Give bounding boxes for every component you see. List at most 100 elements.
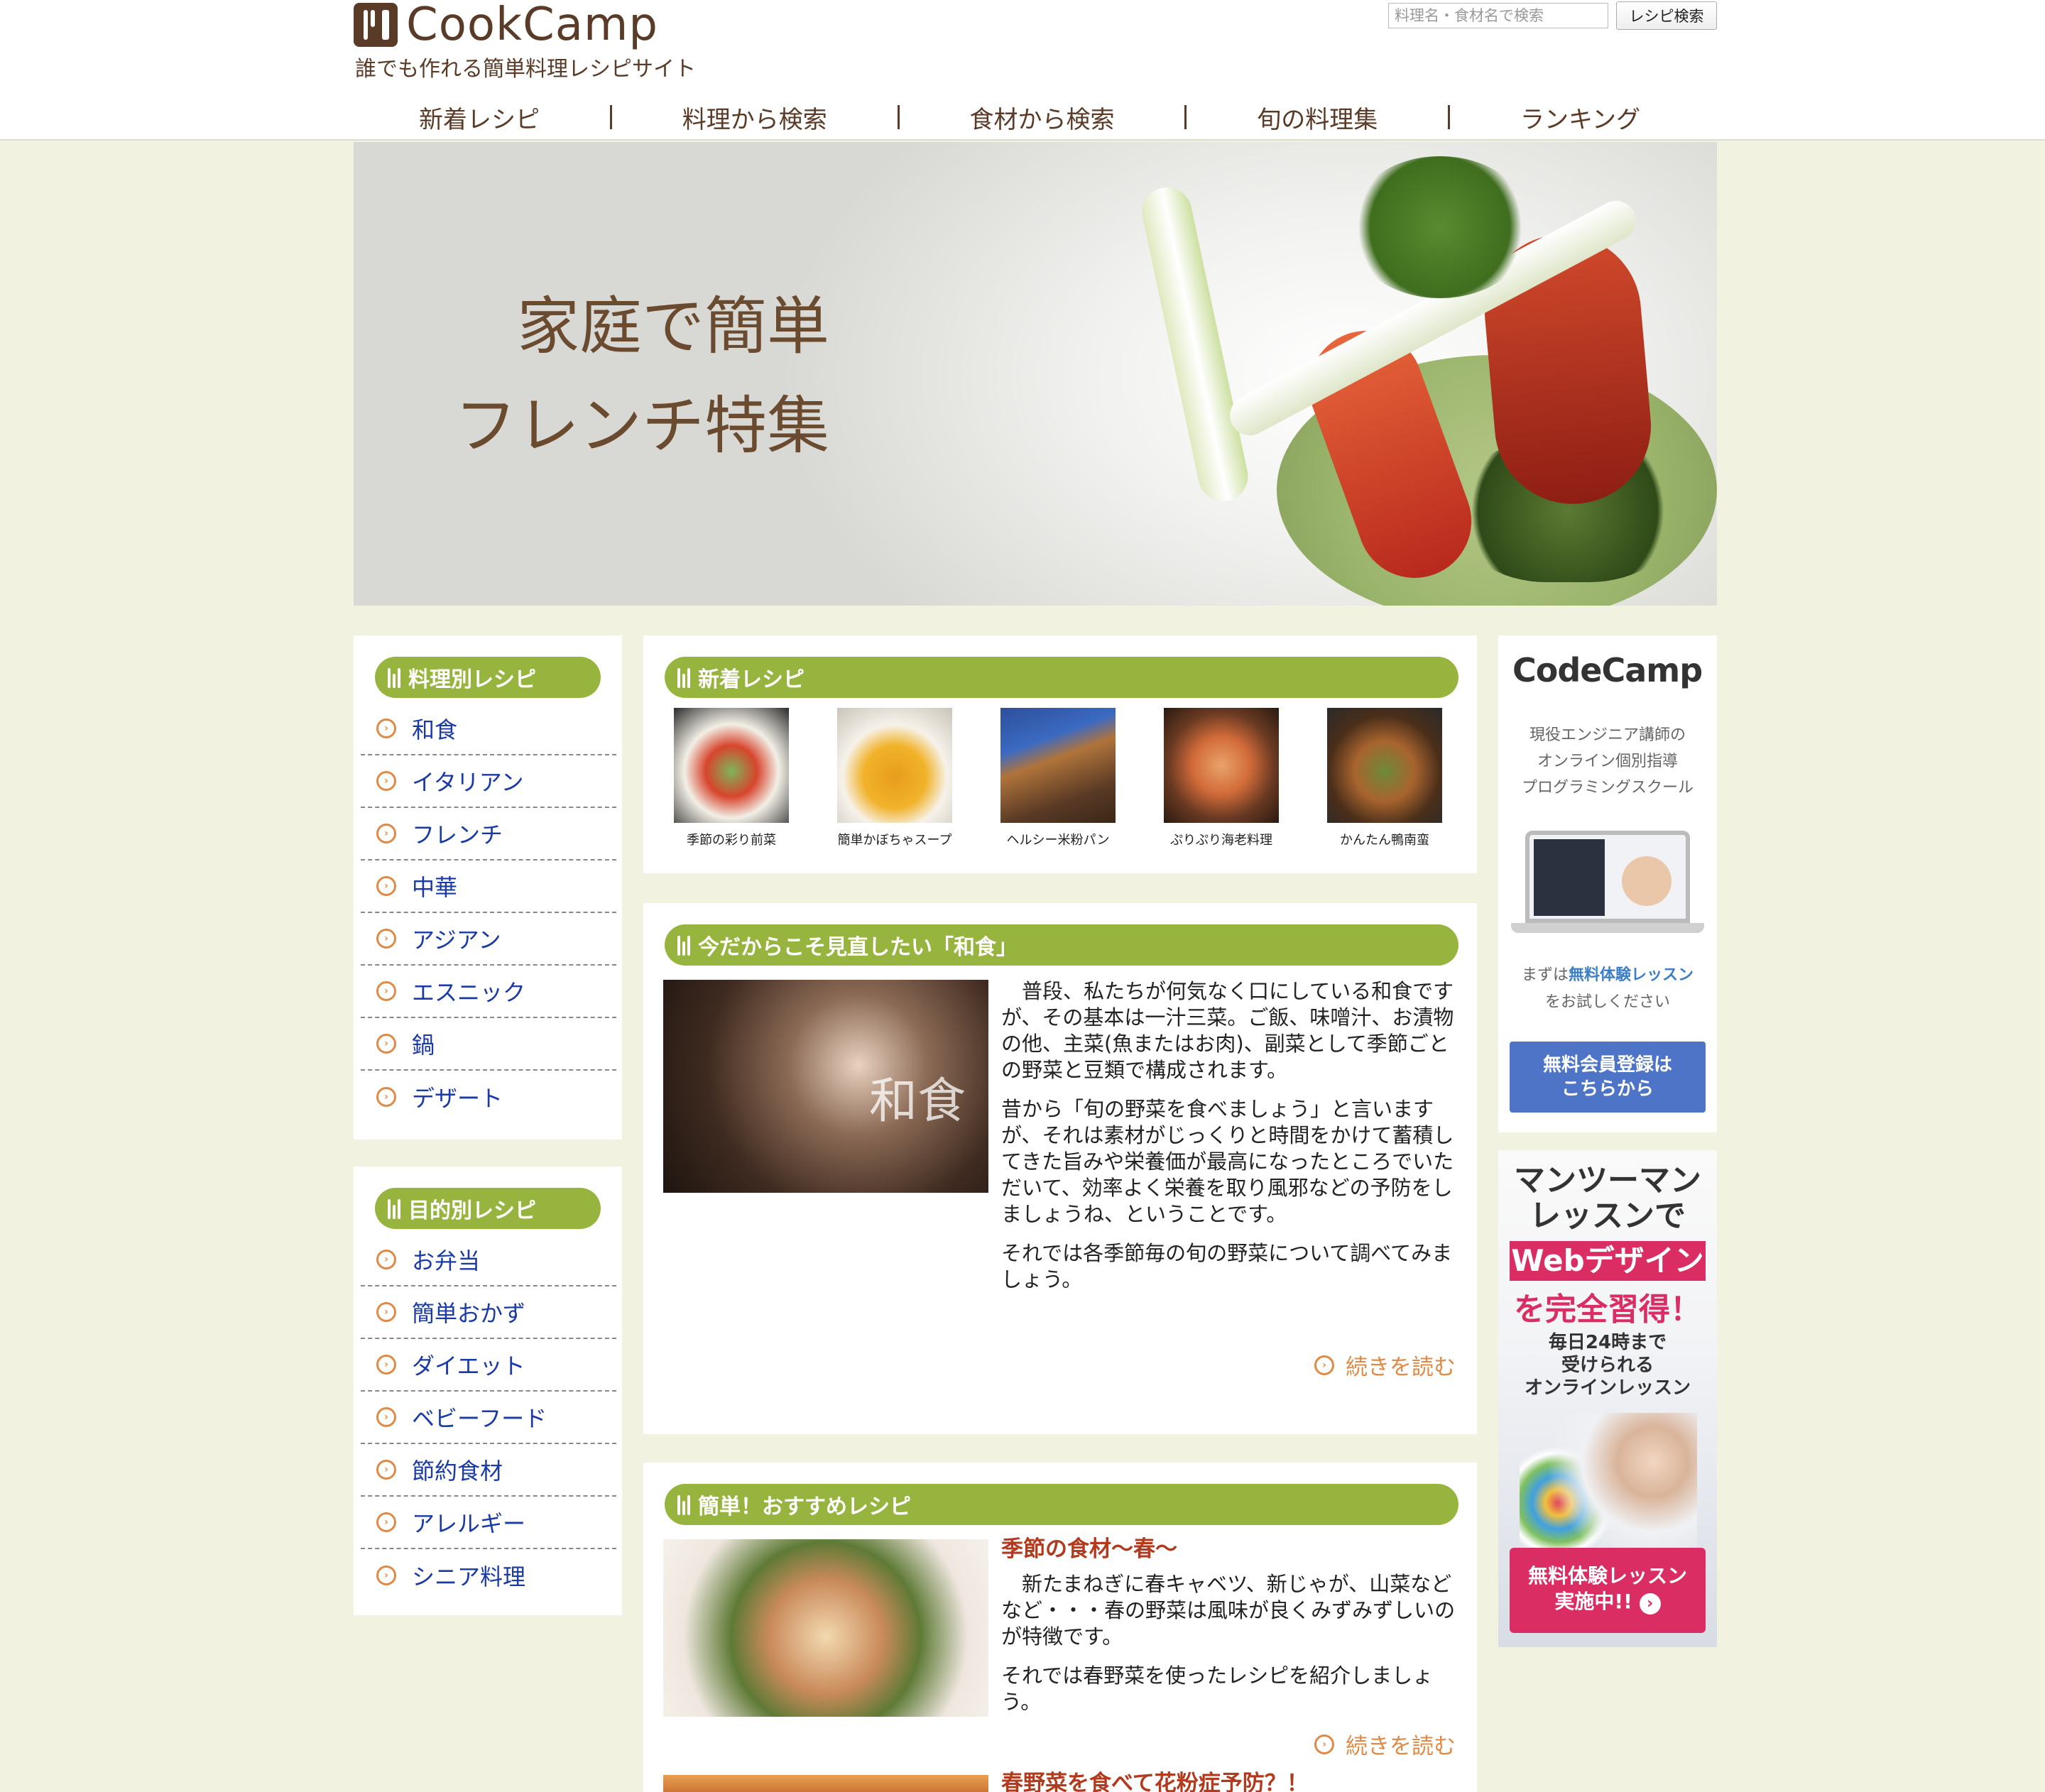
nav-search-by-dish[interactable]: 料理から検索 [661, 100, 849, 135]
menu-item-label: シニア料理 [412, 1563, 526, 1590]
recipe-card[interactable]: ぷりぷり海老料理 [1150, 708, 1292, 848]
hero-leek [1137, 182, 1253, 506]
washoku-image[interactable]: 和食 [663, 980, 988, 1193]
menu-item-nabe[interactable]: › 鍋 [361, 1018, 616, 1071]
recipe-card[interactable]: 季節の彩り前菜 [660, 708, 802, 848]
washoku-paragraph: 普段、私たちが何気なく口にしている和食ですが、その基本は一汁三菜。ご飯、味噌汁、… [1001, 979, 1454, 1082]
fork-knife-icon [677, 934, 692, 956]
purpose-menu-heading: 目的別レシピ [375, 1188, 601, 1229]
menu-item-ethnic[interactable]: › エスニック [361, 966, 616, 1018]
lesson-ad-sub-line: 受けられる [1561, 1355, 1654, 1376]
nav-new-recipes[interactable]: 新着レシピ [398, 100, 561, 135]
code-editor-image [1534, 839, 1605, 916]
hero-title: 家庭で簡単 フレンチ特集 [432, 277, 829, 476]
recommend-panel: 簡単！おすすめレシピ 季節の食材〜春〜 新たまねぎに春キャベツ、新じゃが、山菜な… [643, 1463, 1477, 1792]
fork-knife-icon [677, 1494, 692, 1515]
pollen-article-title[interactable]: 春野菜を食べて花粉症予防？！ [1001, 1771, 1456, 1792]
laptop-image [1525, 831, 1690, 923]
search-input[interactable] [1388, 3, 1608, 28]
chevron-right-icon: › [376, 1034, 396, 1054]
codecamp-subtitle-line: プログラミングスクール [1521, 779, 1694, 797]
recommend-title: 簡単！おすすめレシピ [698, 1495, 911, 1519]
fork-knife-icon [354, 3, 398, 47]
chevron-right-icon: › [376, 981, 396, 1001]
recipe-thumbnail [674, 708, 789, 823]
recipe-thumbnail [1164, 708, 1279, 823]
instructor-image [1622, 856, 1672, 906]
dish-menu-panel: 料理別レシピ › 和食 › イタリアン › フレンチ › 中華 › アジアン › エスニック… [354, 635, 622, 1140]
chevron-right-icon: › [376, 1087, 396, 1107]
web-design-lesson-ad[interactable]: マンツーマン レッスンで Webデザイン を完全習得！ 毎日24時まで 受けられ… [1498, 1150, 1717, 1647]
codecamp-subtitle-line: オンライン個別指導 [1537, 753, 1678, 770]
menu-item-baby-food[interactable]: › ベビーフード [361, 1392, 616, 1444]
washoku-paragraph: それでは各季節毎の旬の野菜について調べてみましょう。 [1001, 1241, 1453, 1291]
washoku-paragraph: 昔から「旬の野菜を食べましょう」と言いますが、それは素材がじっくりと時間をかけて… [1001, 1097, 1454, 1226]
nav-ranking[interactable]: ランキング [1499, 100, 1662, 135]
recipe-thumbnail [837, 708, 952, 823]
menu-item-italian[interactable]: › イタリアン [361, 755, 616, 808]
menu-item-label: 簡単おかず [412, 1300, 526, 1327]
read-more-label: 続きを読む [1346, 1355, 1456, 1380]
chevron-right-icon: › [376, 771, 396, 791]
trial-button-line: 無料体験レッスン [1527, 1564, 1687, 1588]
menu-item-label: デザート [412, 1085, 503, 1112]
recipe-caption: ぷりぷり海老料理 [1170, 833, 1272, 848]
lesson-ad-sub-line: オンラインレッスン [1524, 1377, 1691, 1399]
recipe-card[interactable]: 簡単かぼちゃスープ [824, 708, 966, 848]
menu-item-dessert[interactable]: › デザート [361, 1071, 616, 1123]
lesson-ad-trial-button[interactable]: 無料体験レッスン 実施中!! › [1510, 1548, 1706, 1633]
menu-item-budget[interactable]: › 節約食材 [361, 1444, 616, 1497]
menu-item-french[interactable]: › フレンチ [361, 808, 616, 861]
fork-knife-icon [677, 667, 692, 688]
menu-item-label: 和食 [412, 716, 458, 743]
chevron-right-icon: › [376, 1355, 396, 1375]
menu-item-allergy[interactable]: › アレルギー [361, 1497, 616, 1549]
menu-item-easy-dishes[interactable]: › 簡単おかず [361, 1286, 616, 1339]
lesson-ad-subtext: 毎日24時まで 受けられる オンラインレッスン [1498, 1331, 1717, 1399]
nav-seasonal[interactable]: 旬の料理集 [1236, 100, 1399, 135]
new-recipes-list: 季節の彩り前菜 簡単かぼちゃスープ ヘルシー米粉パン ぷりぷり海老料理 かんたん… [660, 708, 1456, 848]
recipe-card[interactable]: ヘルシー米粉パン [987, 708, 1129, 848]
purpose-menu-panel: 目的別レシピ › お弁当 › 簡単おかず › ダイエット › ベビーフード › 節約食材 … [354, 1167, 622, 1615]
search-button[interactable]: レシピ検索 [1616, 1, 1717, 30]
hero-title-line1: 家庭で簡単 [516, 290, 829, 363]
washoku-title: 今だからこそ見直したい「和食」 [698, 935, 1018, 960]
menu-item-chinese[interactable]: › 中華 [361, 861, 616, 913]
new-recipes-panel: 新着レシピ 季節の彩り前菜 簡単かぼちゃスープ ヘルシー米粉パン ぷりぷり海老料… [643, 635, 1477, 873]
purpose-menu-list: › お弁当 › 簡単おかず › ダイエット › ベビーフード › 節約食材 › アレルギー … [361, 1234, 616, 1602]
menu-item-senior[interactable]: › シニア料理 [361, 1549, 616, 1602]
washoku-heading: 今だからこそ見直したい「和食」 [665, 924, 1458, 966]
lesson-ad-headline: マンツーマン レッスンで [1498, 1163, 1717, 1234]
site-logo[interactable]: CookCamp [354, 0, 658, 50]
hero-banner[interactable]: 家庭で簡単 フレンチ特集 [354, 142, 1717, 606]
recipe-thumbnail [1327, 708, 1442, 823]
trial-prefix: まずは [1521, 966, 1569, 984]
washoku-article-panel: 今だからこそ見直したい「和食」 和食 普段、私たちが何気なく口にしている和食です… [643, 903, 1477, 1434]
pollen-recipe-image[interactable] [663, 1775, 988, 1792]
menu-item-bento[interactable]: › お弁当 [361, 1234, 616, 1286]
washoku-read-more-link[interactable]: › 続きを読む [1314, 1349, 1456, 1381]
spring-article-title[interactable]: 季節の食材〜春〜 [1001, 1536, 1456, 1563]
nav-search-by-ingredient[interactable]: 食材から検索 [949, 100, 1136, 135]
recipe-caption: ヘルシー米粉パン [1006, 833, 1110, 848]
codecamp-ad[interactable]: CodeCamp 現役エンジニア講師の オンライン個別指導 プログラミングスクー… [1498, 635, 1717, 1132]
menu-item-label: フレンチ [412, 821, 503, 848]
menu-item-label: ベビーフード [412, 1405, 547, 1432]
chevron-right-icon: › [376, 1250, 396, 1269]
recipe-card[interactable]: かんたん鴨南蛮 [1314, 708, 1456, 848]
menu-item-asian[interactable]: › アジアン [361, 913, 616, 966]
menu-item-diet[interactable]: › ダイエット [361, 1339, 616, 1392]
menu-item-washoku[interactable]: › 和食 [361, 703, 616, 755]
spring-read-more-link[interactable]: › 続きを読む [1314, 1728, 1456, 1760]
chevron-right-icon: › [376, 876, 396, 896]
recommend-heading: 簡単！おすすめレシピ [665, 1484, 1458, 1525]
codecamp-signup-button[interactable]: 無料会員登録は こちらから [1510, 1042, 1706, 1113]
read-more-label: 続きを読む [1346, 1734, 1456, 1759]
menu-item-label: エスニック [412, 979, 526, 1006]
spring-recipe-image[interactable] [663, 1539, 988, 1717]
lesson-ad-line: レッスンで [1529, 1198, 1686, 1234]
chevron-right-icon: › [376, 929, 396, 949]
nav-divider [897, 105, 900, 129]
spring-article-body: 季節の食材〜春〜 新たまねぎに春キャベツ、新じゃが、山菜などなど・・・春の野菜は… [1001, 1536, 1456, 1728]
menu-item-label: アレルギー [412, 1510, 526, 1537]
